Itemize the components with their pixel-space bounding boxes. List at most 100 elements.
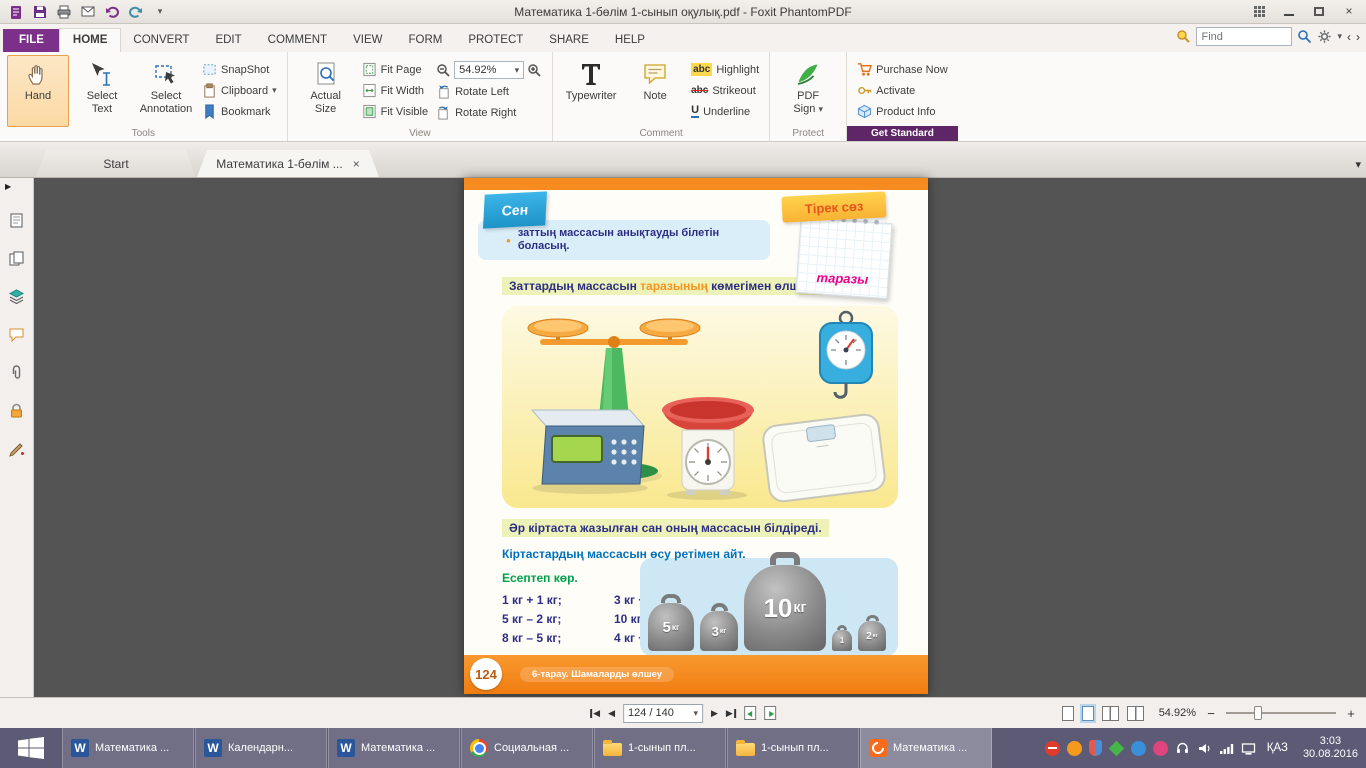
tab-comment[interactable]: COMMENT	[255, 29, 340, 52]
rotate-right-button[interactable]: Rotate Right	[433, 104, 545, 121]
language-indicator[interactable]: ҚАЗ	[1263, 742, 1292, 754]
tray-antivirus-icon[interactable]	[1045, 741, 1060, 756]
next-view-button[interactable]	[764, 706, 776, 720]
tray-volume-icon[interactable]	[1197, 741, 1212, 756]
tab-form[interactable]: FORM	[395, 29, 455, 52]
tray-headset-icon[interactable]	[1175, 741, 1190, 756]
gear-dropdown-icon[interactable]: ▾	[1337, 31, 1342, 42]
zoom-slider-handle[interactable]	[1254, 706, 1262, 720]
first-page-button[interactable]: ◀	[590, 708, 600, 719]
tray-messenger-icon[interactable]	[1131, 741, 1146, 756]
zoom-dropdown-icon[interactable]: ▾	[515, 65, 520, 76]
typewriter-button[interactable]: Typewriter	[560, 55, 622, 127]
taskbar-item-foxit[interactable]: Математика ...	[860, 728, 992, 768]
tray-app-icon[interactable]	[1153, 741, 1168, 756]
start-button[interactable]	[0, 728, 62, 768]
close-tab-icon[interactable]: ×	[353, 157, 360, 171]
clipboard-button[interactable]: Clipboard ▾	[199, 82, 280, 99]
tab-file[interactable]: FILE	[3, 29, 60, 52]
page-number-input[interactable]: 124 / 140 ▾	[623, 704, 703, 723]
zoom-out-icon[interactable]	[436, 63, 451, 78]
undo-icon[interactable]	[102, 2, 122, 21]
select-annotation-button[interactable]: SelectAnnotation	[135, 55, 197, 127]
security-panel-icon[interactable]	[8, 402, 25, 419]
facing-view-icon[interactable]	[1102, 706, 1119, 721]
select-text-button[interactable]: SelectText	[71, 55, 133, 127]
tray-shield-icon[interactable]	[1089, 740, 1102, 756]
layers-panel-icon[interactable]	[8, 288, 25, 305]
taskbar-item-word-2[interactable]: WКалендарн...	[195, 728, 327, 768]
tray-agent-icon[interactable]	[1067, 741, 1082, 756]
minimize-button[interactable]	[1274, 1, 1304, 21]
continuous-facing-view-icon[interactable]	[1127, 706, 1144, 721]
tab-start[interactable]: Start	[36, 150, 196, 177]
zoom-out-button[interactable]: −	[1204, 706, 1218, 721]
layout-grid-icon[interactable]	[1244, 1, 1274, 21]
pdf-sign-dropdown-icon[interactable]: ▾	[818, 104, 823, 114]
strikeout-button[interactable]: abc Strikeout	[688, 82, 762, 99]
tab-view[interactable]: VIEW	[340, 29, 395, 52]
ribbon-scroll-left-icon[interactable]: ‹	[1347, 30, 1351, 44]
last-page-button[interactable]: ▶	[726, 708, 736, 719]
tab-document[interactable]: Математика 1-бөлім ... ×	[197, 150, 379, 177]
gear-icon[interactable]	[1317, 29, 1332, 44]
attachments-panel-icon[interactable]	[8, 364, 25, 381]
zoom-level-select[interactable]: 54.92% ▾	[454, 61, 524, 79]
highlight-button[interactable]: abc Highlight	[688, 61, 762, 78]
find-options-icon[interactable]	[1176, 29, 1191, 44]
tab-home[interactable]: HOME	[60, 29, 121, 52]
fit-width-button[interactable]: Fit Width	[359, 82, 431, 99]
tab-protect[interactable]: PROTECT	[455, 29, 536, 52]
ribbon-scroll-right-icon[interactable]: ›	[1356, 30, 1360, 44]
taskbar-item-word-1[interactable]: WМатематика ...	[62, 728, 194, 768]
restore-button[interactable]	[1304, 1, 1334, 21]
tray-sync-icon[interactable]	[1108, 740, 1124, 756]
zoom-slider[interactable]	[1226, 705, 1336, 721]
single-page-view-icon[interactable]	[1062, 706, 1074, 721]
zoom-in-icon[interactable]	[527, 63, 542, 78]
fit-page-button[interactable]: Fit Page	[359, 61, 431, 78]
tab-list-dropdown-icon[interactable]: ▾	[1355, 158, 1361, 171]
clipboard-dropdown-icon[interactable]: ▾	[272, 85, 277, 96]
taskbar-item-folder-2[interactable]: 1-сынып пл...	[727, 728, 859, 768]
pages-panel-icon[interactable]	[8, 212, 25, 229]
note-button[interactable]: Note	[624, 55, 686, 127]
activate-button[interactable]: Activate	[854, 82, 951, 99]
product-info-button[interactable]: Product Info	[854, 103, 951, 120]
actual-size-button[interactable]: ActualSize	[295, 55, 357, 127]
taskbar-item-word-3[interactable]: WМатематика ...	[328, 728, 460, 768]
prev-page-button[interactable]: ◀	[608, 708, 615, 719]
page-dropdown-icon[interactable]: ▾	[693, 708, 698, 719]
search-icon[interactable]	[1297, 29, 1312, 44]
clock[interactable]: 3:03 30.08.2016	[1299, 735, 1358, 761]
previous-view-button[interactable]	[744, 706, 756, 720]
email-icon[interactable]	[78, 2, 98, 21]
next-page-button[interactable]: ▶	[711, 708, 718, 719]
save-icon[interactable]	[30, 2, 50, 21]
app-icon[interactable]	[6, 2, 26, 21]
signature-panel-icon[interactable]	[8, 440, 25, 457]
tray-network-icon[interactable]	[1241, 741, 1256, 756]
bookmark-button[interactable]: Bookmark	[199, 103, 280, 120]
continuous-view-icon[interactable]	[1082, 706, 1094, 721]
tab-edit[interactable]: EDIT	[202, 29, 254, 52]
taskbar-item-folder-1[interactable]: 1-сынып пл...	[594, 728, 726, 768]
snapshot-button[interactable]: SnapShot	[199, 61, 280, 78]
tray-signal-icon[interactable]	[1219, 741, 1234, 756]
hand-tool-button[interactable]: Hand	[7, 55, 69, 127]
close-button[interactable]: ×	[1334, 1, 1364, 21]
fit-visible-button[interactable]: Fit Visible	[359, 103, 431, 120]
pdf-sign-button[interactable]: PDFSign ▾	[777, 55, 839, 127]
zoom-in-button[interactable]: +	[1344, 706, 1358, 721]
underline-button[interactable]: U Underline	[688, 103, 762, 120]
print-icon[interactable]	[54, 2, 74, 21]
thumbnails-panel-icon[interactable]	[8, 250, 25, 267]
tab-help[interactable]: HELP	[602, 29, 658, 52]
expand-panel-icon[interactable]: ▶	[0, 182, 11, 191]
purchase-now-button[interactable]: Purchase Now	[854, 61, 951, 78]
redo-icon[interactable]	[126, 2, 146, 21]
quick-access-dropdown-icon[interactable]: ▾	[150, 2, 170, 21]
taskbar-item-chrome[interactable]: Социальная ...	[461, 728, 593, 768]
rotate-left-button[interactable]: Rotate Left	[433, 83, 545, 100]
comments-panel-icon[interactable]	[8, 326, 25, 343]
